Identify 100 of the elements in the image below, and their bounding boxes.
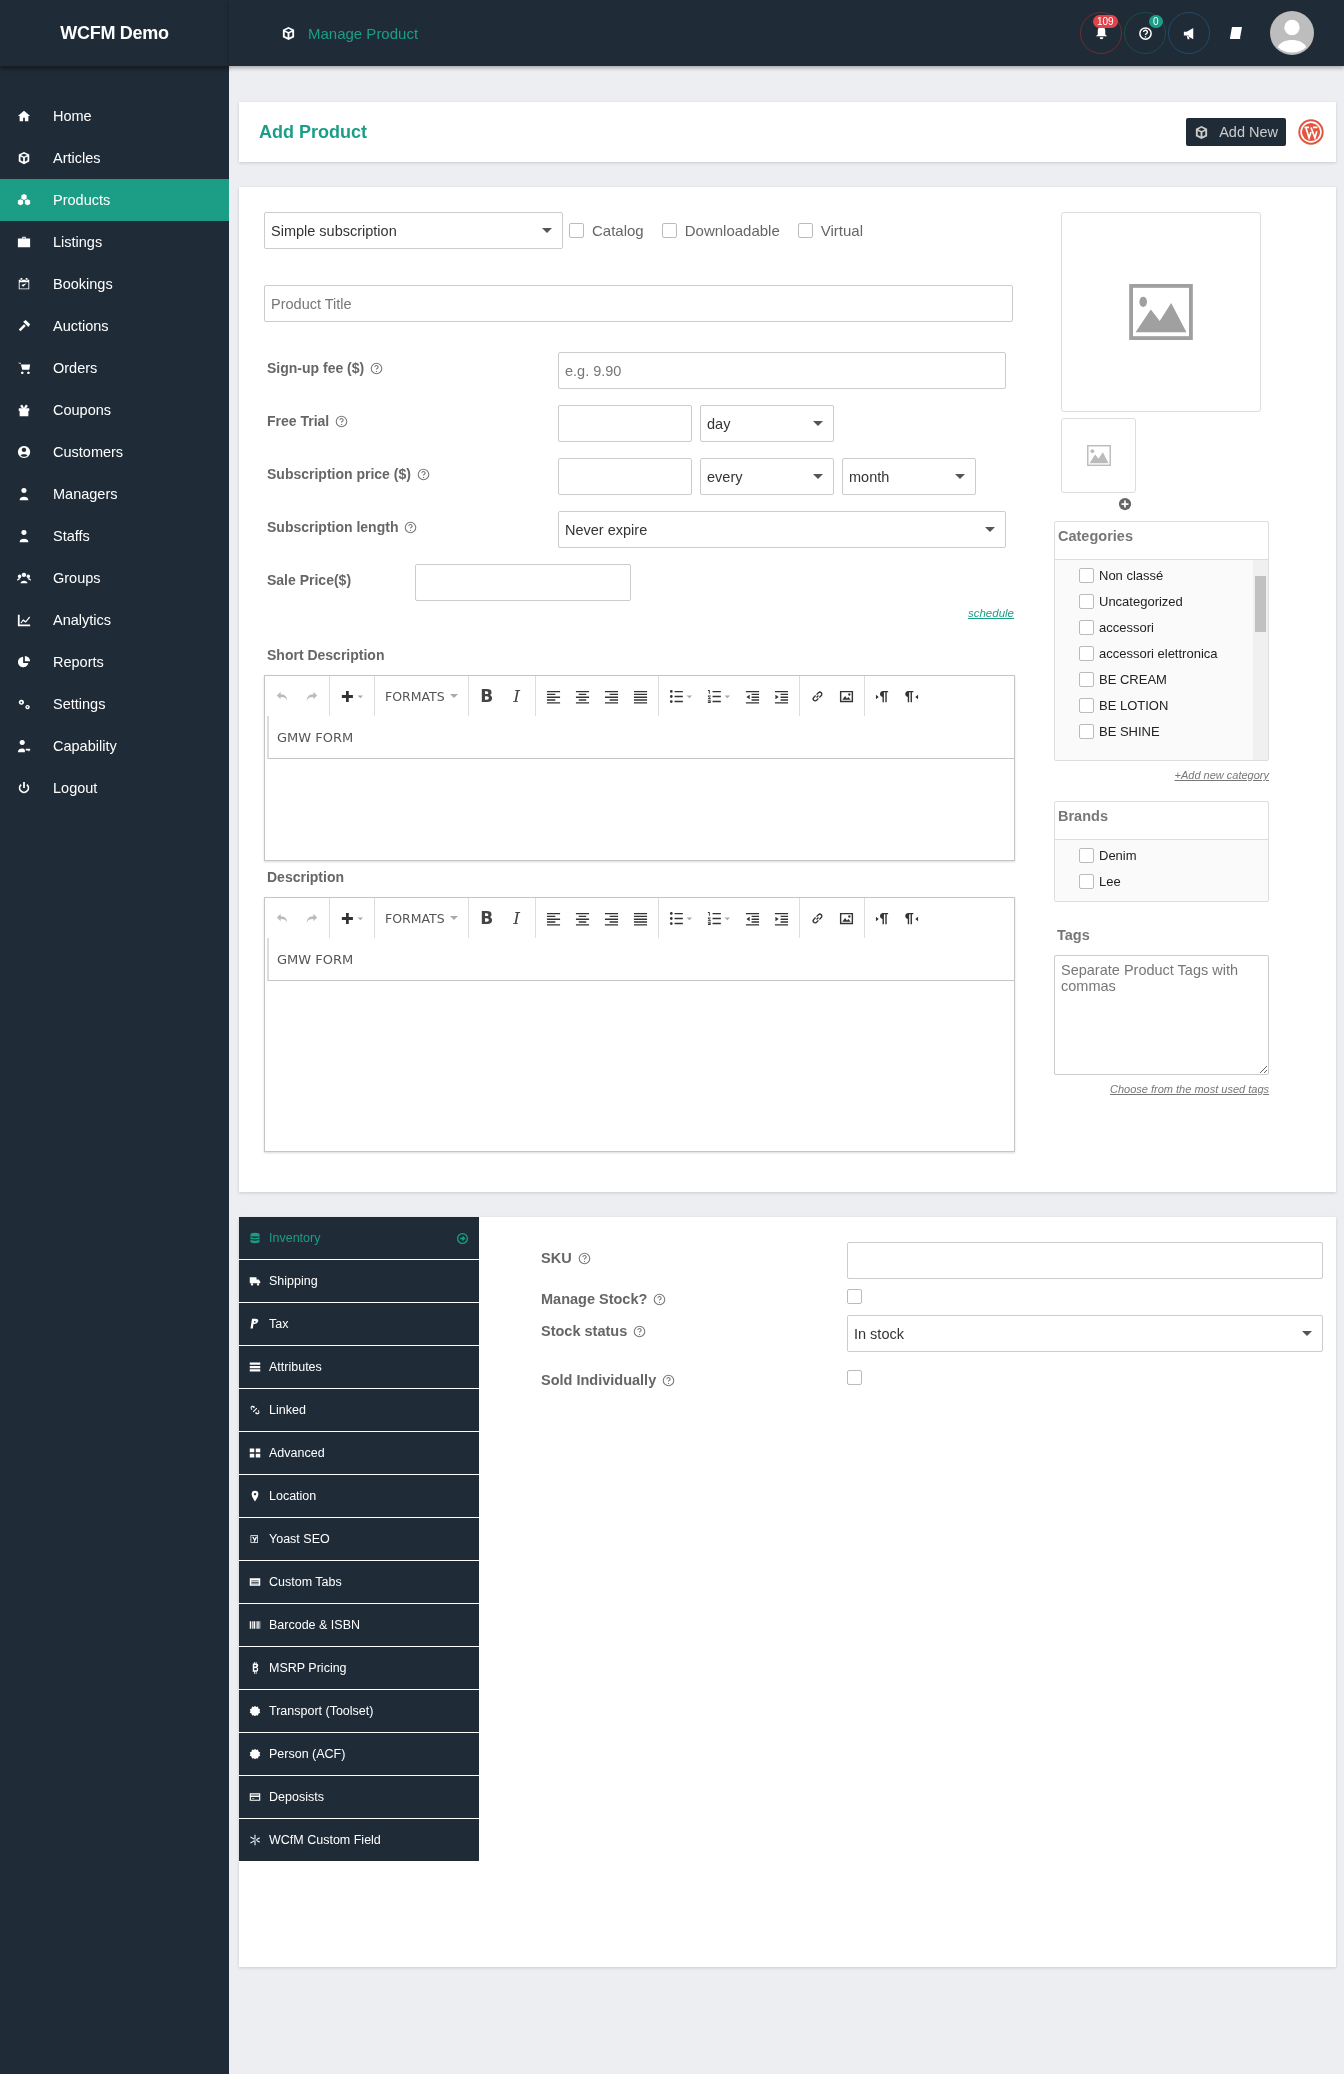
plus-dropdown-icon[interactable] <box>340 910 364 926</box>
period-select[interactable]: month <box>842 458 976 495</box>
plus-dropdown-icon[interactable] <box>340 688 364 704</box>
checkbox[interactable] <box>1079 672 1094 687</box>
sidebar-item[interactable]: Logout <box>0 767 229 809</box>
sidebar-item[interactable]: Articles <box>0 137 229 179</box>
section-tab[interactable]: Deposists <box>239 1776 479 1819</box>
section-tab[interactable]: MSRP Pricing <box>239 1647 479 1690</box>
bullet-list-icon[interactable] <box>668 910 693 926</box>
amount-field[interactable] <box>558 458 692 495</box>
bullet-list-icon[interactable] <box>668 688 693 704</box>
align-left-icon[interactable] <box>545 910 561 926</box>
sidebar-item[interactable]: Managers <box>0 473 229 515</box>
category-option[interactable]: Uncategorized <box>1079 594 1253 609</box>
section-tab[interactable]: Advanced <box>239 1432 479 1475</box>
italic-button[interactable]: I <box>508 686 525 706</box>
category-option[interactable]: BE CREAM <box>1079 672 1253 687</box>
italic-button[interactable]: I <box>508 908 525 928</box>
wordpress-logo-icon[interactable] <box>1298 119 1324 145</box>
sidebar-item[interactable]: Groups <box>0 557 229 599</box>
option-checkbox[interactable]: Virtual <box>797 222 864 239</box>
featured-image-placeholder[interactable] <box>1061 212 1261 412</box>
checkbox[interactable] <box>1079 568 1094 583</box>
formats-dropdown[interactable]: FORMATS <box>385 910 458 926</box>
section-tab[interactable]: Custom Tabs <box>239 1561 479 1604</box>
add-new-button[interactable]: Add New <box>1186 118 1286 146</box>
brand-option[interactable]: Denim <box>1079 848 1268 863</box>
add-circle-icon[interactable] <box>1118 497 1132 511</box>
checkbox[interactable] <box>1079 874 1094 889</box>
section-tab[interactable]: Transport (Toolset) <box>239 1690 479 1733</box>
brand-option[interactable]: Lee <box>1079 874 1268 889</box>
period-select[interactable]: day <box>700 405 834 442</box>
section-tab[interactable]: Shipping <box>239 1260 479 1303</box>
paragraph-rtl-icon[interactable] <box>903 910 919 926</box>
justify-icon[interactable] <box>632 688 648 704</box>
avatar-icon[interactable] <box>1270 11 1314 55</box>
sale-price-field[interactable] <box>415 564 632 601</box>
checkbox[interactable] <box>661 223 677 238</box>
period-select[interactable]: every <box>700 458 834 495</box>
sku-field[interactable] <box>847 1242 1323 1279</box>
most-used-tags-link[interactable]: Choose from the most used tags <box>1110 1083 1269 1095</box>
product-title-field[interactable]: Product Title <box>264 285 1013 322</box>
outdent-icon[interactable] <box>744 910 760 926</box>
sidebar-item[interactable]: Capability <box>0 725 229 767</box>
paragraph-ltr-icon[interactable] <box>874 910 890 926</box>
option-checkbox[interactable]: Downloadable <box>661 222 780 239</box>
section-tab[interactable]: Linked <box>239 1389 479 1432</box>
indent-icon[interactable] <box>773 910 789 926</box>
product-type-select[interactable]: Simple subscription <box>264 212 563 249</box>
justify-icon[interactable] <box>632 910 648 926</box>
section-tab[interactable]: Inventory <box>239 1217 479 1260</box>
checkbox[interactable] <box>847 1370 862 1385</box>
align-right-icon[interactable] <box>603 910 619 926</box>
amount-field[interactable] <box>558 405 692 442</box>
tags-field[interactable]: Separate Product Tags with commas <box>1054 955 1269 1075</box>
stock-status-select[interactable]: In stock <box>847 1315 1323 1352</box>
section-tab[interactable]: Location <box>239 1475 479 1518</box>
checkbox[interactable] <box>1079 594 1094 609</box>
numbered-list-icon[interactable] <box>706 910 731 926</box>
add-category-link[interactable]: +Add new category <box>1174 769 1269 781</box>
section-tab[interactable]: Attributes <box>239 1346 479 1389</box>
align-left-icon[interactable] <box>545 688 561 704</box>
sidebar-item[interactable]: Customers <box>0 431 229 473</box>
bold-button[interactable]: B <box>478 908 495 928</box>
checkbox[interactable] <box>797 223 813 238</box>
gmw-form-button[interactable]: GMW FORM <box>269 951 354 967</box>
section-tab[interactable]: Tax <box>239 1303 479 1346</box>
length-select[interactable]: Never expire <box>558 511 1006 548</box>
sidebar-item[interactable]: Bookings <box>0 263 229 305</box>
sidebar-item[interactable]: Analytics <box>0 599 229 641</box>
sidebar-item[interactable]: Listings <box>0 221 229 263</box>
category-option[interactable]: accessori elettronica <box>1079 646 1253 661</box>
section-tab[interactable]: Barcode & ISBN <box>239 1604 479 1647</box>
sidebar-item[interactable]: Home <box>0 95 229 137</box>
checkbox[interactable] <box>1079 620 1094 635</box>
gmw-form-button[interactable]: GMW FORM <box>269 729 354 745</box>
section-tab[interactable]: Yoast SEO <box>239 1518 479 1561</box>
option-checkbox[interactable]: Catalog <box>569 222 644 239</box>
section-tab[interactable]: WCfM Custom Field <box>239 1819 479 1862</box>
align-center-icon[interactable] <box>574 688 590 704</box>
sidebar-item[interactable]: Staffs <box>0 515 229 557</box>
sidebar-item[interactable]: Orders <box>0 347 229 389</box>
category-option[interactable]: BE SHINE <box>1079 724 1253 739</box>
checkbox[interactable] <box>569 223 584 238</box>
section-tab[interactable]: Person (ACF) <box>239 1733 479 1776</box>
indent-icon[interactable] <box>773 688 789 704</box>
image-icon[interactable] <box>838 688 854 704</box>
paragraph-ltr-icon[interactable] <box>874 688 890 704</box>
sidebar-item[interactable]: Auctions <box>0 305 229 347</box>
checkbox[interactable] <box>1079 646 1094 661</box>
align-center-icon[interactable] <box>574 910 590 926</box>
checkbox[interactable] <box>1079 848 1094 863</box>
image-icon[interactable] <box>838 910 854 926</box>
checkbox[interactable] <box>847 1289 862 1304</box>
align-right-icon[interactable] <box>603 688 619 704</box>
outdent-icon[interactable] <box>744 688 760 704</box>
sidebar-item[interactable]: Settings <box>0 683 229 725</box>
checkbox[interactable] <box>1079 724 1094 739</box>
category-option[interactable]: Non classé <box>1079 568 1253 583</box>
scrollbar[interactable] <box>1253 560 1268 760</box>
